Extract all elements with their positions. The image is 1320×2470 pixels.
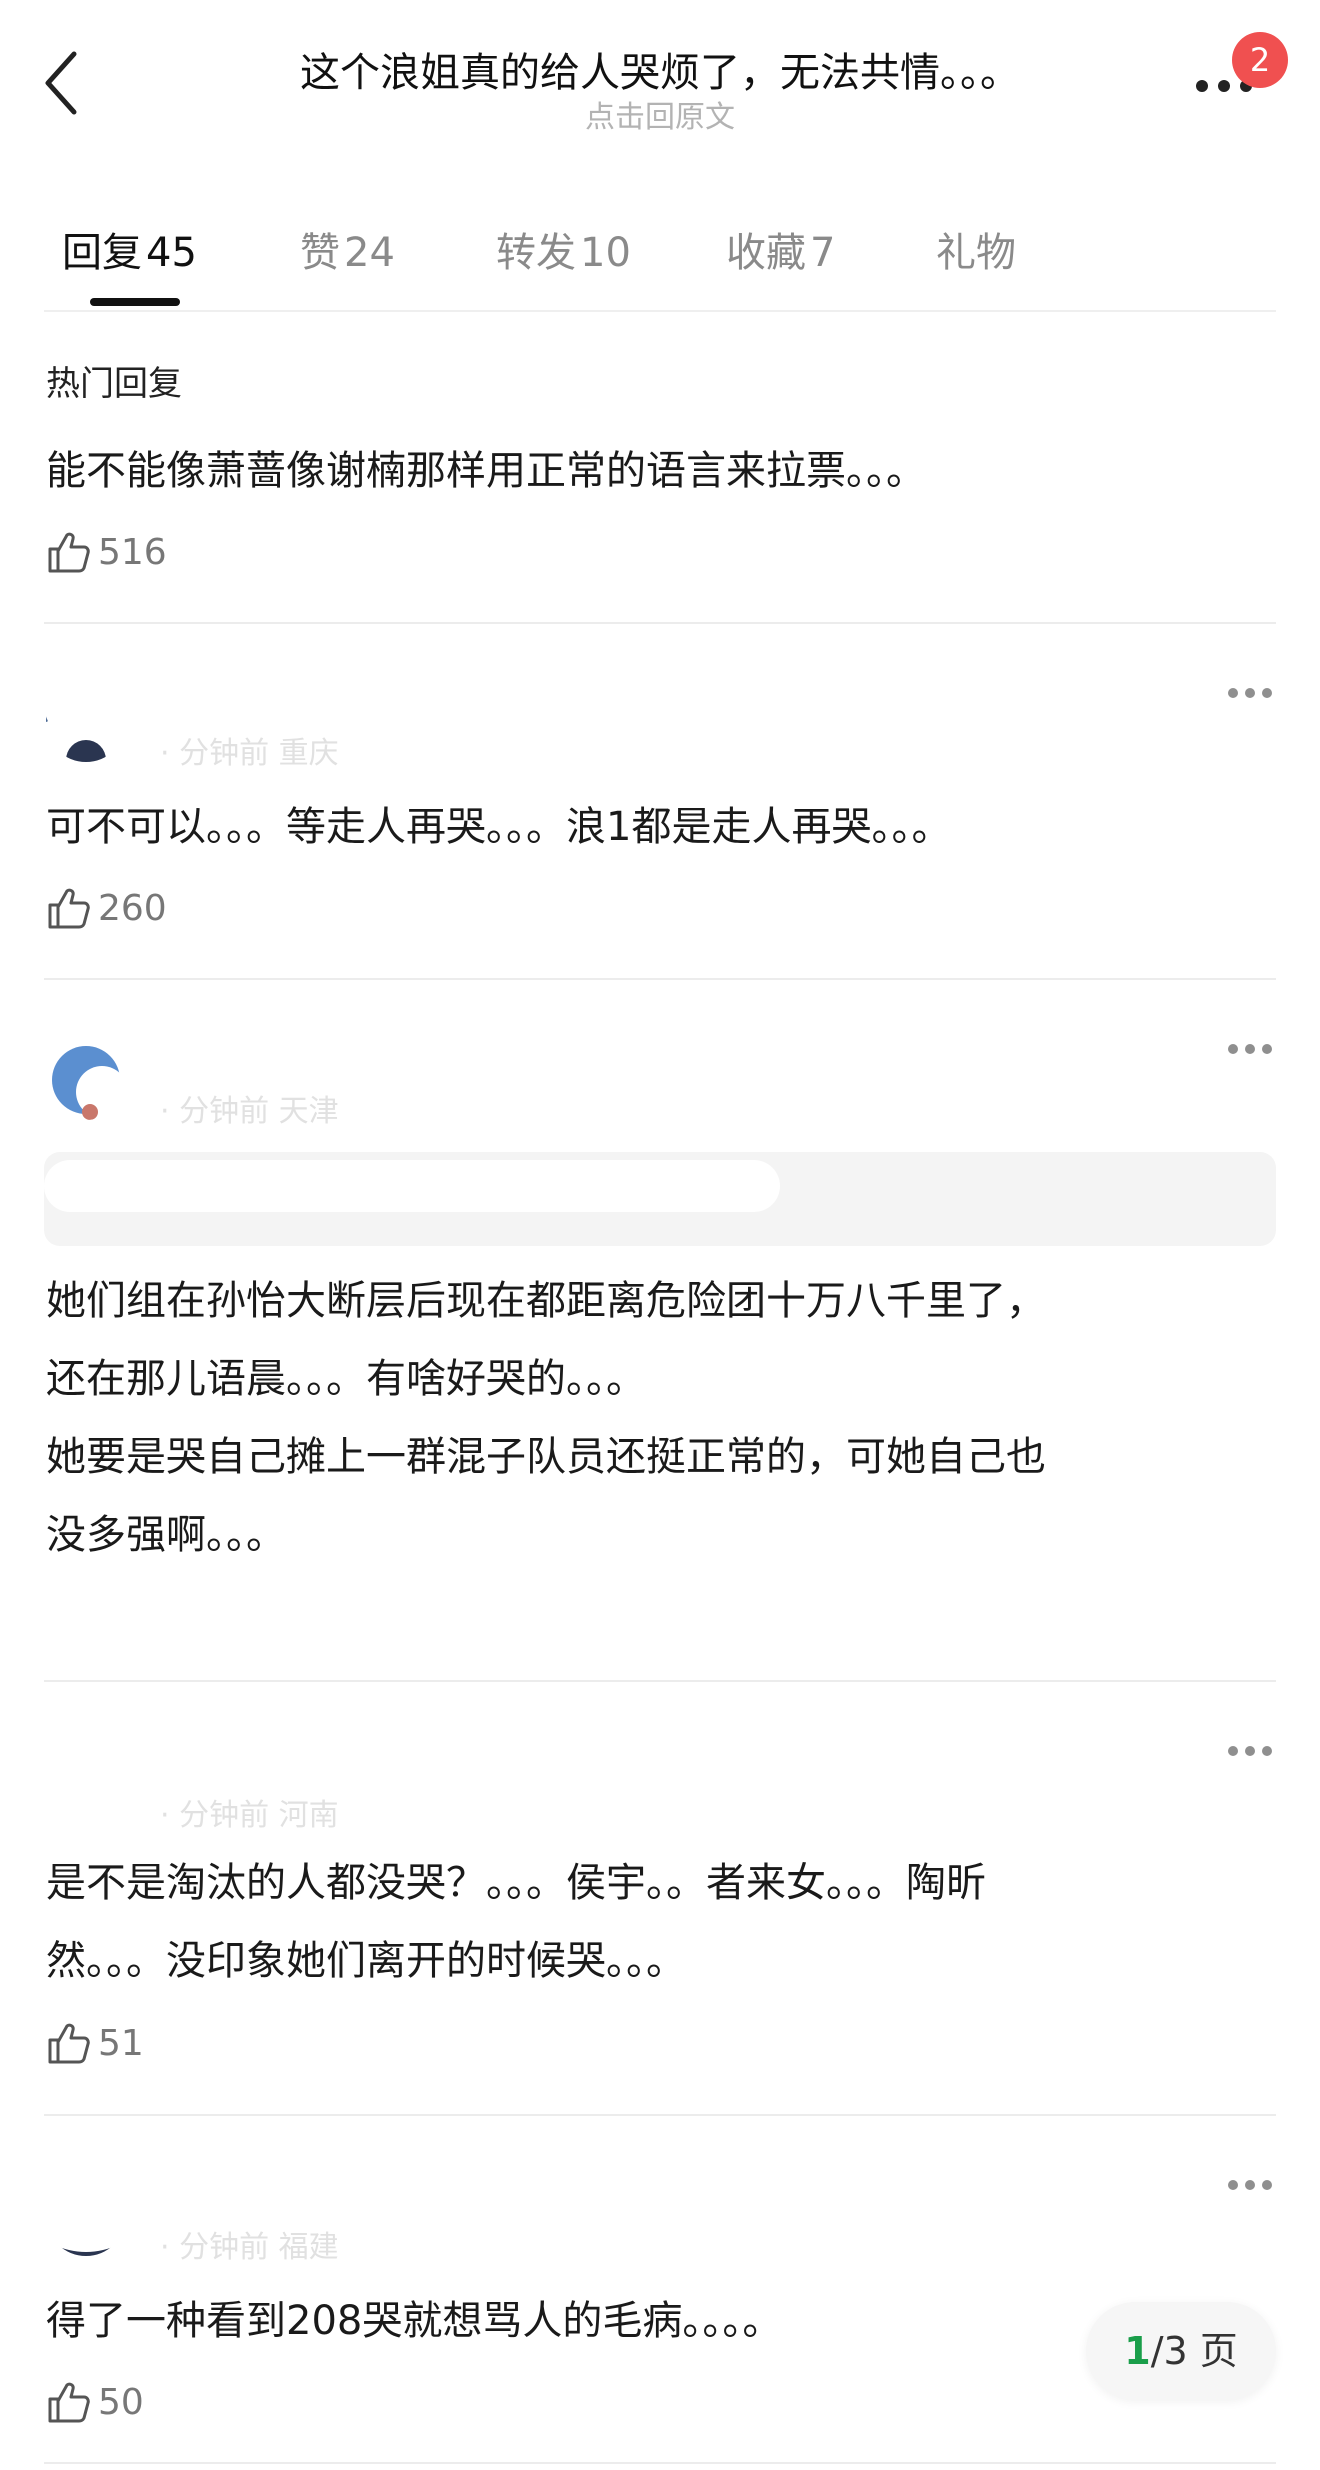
tab-favorites[interactable]: 收藏 7 xyxy=(726,220,835,278)
menu-dot-icon xyxy=(1228,2180,1238,2190)
divider xyxy=(44,2114,1276,2116)
tab-count: 24 xyxy=(344,230,395,276)
comment-like-button[interactable]: 51 xyxy=(46,2018,144,2068)
comment-menu-button[interactable] xyxy=(1228,684,1272,704)
tab-label: 礼物 xyxy=(936,230,1016,276)
comment-meta: · 分钟前 福建 xyxy=(160,2230,339,2265)
total-pages: /3 页 xyxy=(1150,2329,1238,2373)
menu-dot-icon xyxy=(1245,2180,1255,2190)
notification-badge: 2 xyxy=(1232,32,1288,88)
comment-text: 她们组在孙怡大断层后现在都距离危险团十万八千里了， 还在那儿语晨。。。有啥好哭的… xyxy=(46,1278,1046,1558)
like-count: 516 xyxy=(98,531,167,573)
comment-menu-button[interactable] xyxy=(1228,2176,1272,2196)
menu-dot-icon xyxy=(1262,688,1272,698)
current-page: 1 xyxy=(1124,2329,1151,2373)
hot-replies-heading: 热门回复 xyxy=(46,364,182,404)
comment-like-button[interactable]: 260 xyxy=(46,883,167,933)
thumbs-up-icon xyxy=(48,888,90,929)
menu-dot-icon xyxy=(1245,1044,1255,1054)
tab-label: 收藏 xyxy=(726,230,806,276)
page-title: 这个浪姐真的给人哭烦了，无法共情。。。 xyxy=(300,50,1020,96)
tab-label: 赞 xyxy=(300,230,340,276)
thumbs-up-icon xyxy=(48,2023,90,2064)
divider xyxy=(44,2462,1276,2464)
comment-like-button[interactable]: 50 xyxy=(46,2377,144,2427)
comment-menu-button[interactable] xyxy=(1228,1742,1272,1762)
menu-dot-icon xyxy=(1262,1746,1272,1756)
comment-meta: · 分钟前 河南 xyxy=(160,1798,339,1833)
like-count: 50 xyxy=(98,2381,144,2423)
active-tab-indicator xyxy=(90,298,180,306)
tab-gifts[interactable]: 礼物 xyxy=(936,220,1016,278)
comment-menu-button[interactable] xyxy=(1228,1040,1272,1060)
divider xyxy=(44,622,1276,624)
top-bar: 这个浪姐真的给人哭烦了，无法共情。。。 点击回原文 2 xyxy=(0,0,1320,150)
tab-likes[interactable]: 赞 24 xyxy=(300,220,395,278)
avatar[interactable] xyxy=(46,1040,126,1120)
tab-count: 45 xyxy=(146,230,197,276)
tab-bar: 回复 45 赞 24 转发 10 收藏 7 礼物 xyxy=(44,200,1276,312)
comment-text: 可不可以。。。等走人再哭。。。浪1都是走人再哭。。。 xyxy=(46,804,952,850)
tab-reposts[interactable]: 转发 10 xyxy=(496,220,631,278)
hot-reply-text: 能不能像萧蔷像谢楠那样用正常的语言来拉票。。。 xyxy=(46,448,926,494)
tab-label: 回复 xyxy=(62,230,142,276)
like-count: 260 xyxy=(98,887,167,929)
tab-count: 10 xyxy=(580,230,631,276)
tab-label: 转发 xyxy=(496,230,576,276)
avatar[interactable] xyxy=(46,2176,126,2256)
menu-dot-icon xyxy=(1245,1746,1255,1756)
comment-meta: · 分钟前 天津 xyxy=(160,1094,339,1129)
menu-dot-icon xyxy=(1262,2180,1272,2190)
quoted-reply-redacted xyxy=(44,1160,780,1212)
hot-reply-like-button[interactable]: 516 xyxy=(46,527,167,577)
like-count: 51 xyxy=(98,2022,144,2064)
tab-replies[interactable]: 回复 45 xyxy=(62,220,197,278)
thumbs-up-icon xyxy=(48,532,90,573)
avatar[interactable] xyxy=(46,682,126,762)
menu-dot-icon xyxy=(1228,688,1238,698)
more-dot-icon xyxy=(1196,80,1208,92)
back-to-original-link[interactable]: 点击回原文 xyxy=(200,92,1120,136)
menu-dot-icon xyxy=(1228,1044,1238,1054)
menu-dot-icon xyxy=(1262,1044,1272,1054)
quoted-reply-box[interactable] xyxy=(44,1152,1276,1246)
page-indicator-button[interactable]: 1/3 页 xyxy=(1086,2302,1276,2400)
thumbs-up-icon xyxy=(48,2382,90,2423)
divider xyxy=(44,1680,1276,1682)
divider xyxy=(44,978,1276,980)
menu-dot-icon xyxy=(1245,688,1255,698)
menu-dot-icon xyxy=(1228,1746,1238,1756)
comment-meta: · 分钟前 重庆 xyxy=(160,736,339,771)
more-dot-icon xyxy=(1218,80,1230,92)
back-arrow-icon[interactable] xyxy=(40,48,90,118)
tab-count: 7 xyxy=(810,230,836,276)
comment-text: 是不是淘汰的人都没哭？。。。侯宇。。者来女。。。陶昕 然。。。没印象她们离开的时… xyxy=(46,1860,986,1984)
